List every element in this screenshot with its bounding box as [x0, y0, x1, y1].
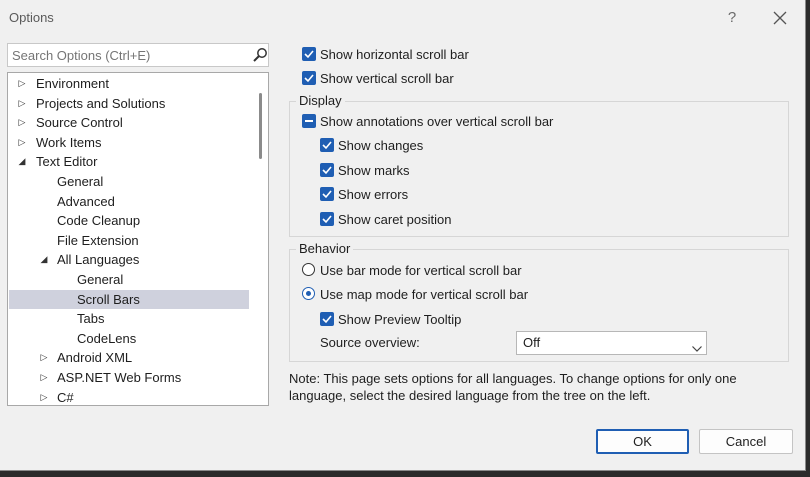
- chevron-down-icon: [692, 340, 702, 355]
- expand-arrow-icon[interactable]: ▷: [39, 348, 49, 367]
- checkbox-checked-icon[interactable]: [302, 47, 316, 61]
- window-title: Options: [9, 10, 54, 25]
- tree-item[interactable]: File Extension: [9, 231, 249, 250]
- tree-item-label: Projects and Solutions: [36, 95, 166, 111]
- tree-item-label: General: [77, 272, 124, 287]
- expand-arrow-icon[interactable]: ▷: [39, 368, 49, 387]
- search-icon[interactable]: [252, 47, 268, 63]
- tree-item[interactable]: ◢ All Languages: [9, 250, 249, 269]
- tree-item[interactable]: ▷ Android XML: [9, 348, 249, 367]
- tree-item[interactable]: ▷ Work Items: [9, 133, 249, 152]
- source-overview-value: Off: [523, 335, 541, 350]
- tree-item[interactable]: Tabs: [9, 309, 249, 328]
- checkbox-checked-icon[interactable]: [302, 71, 316, 85]
- tree-item[interactable]: General: [9, 270, 249, 289]
- checkbox-label: Show Preview Tooltip: [338, 312, 462, 327]
- collapse-arrow-icon[interactable]: ◢: [39, 250, 49, 269]
- checkbox-label: Show changes: [338, 138, 424, 153]
- checkbox-checked-icon[interactable]: [320, 163, 334, 177]
- search-input[interactable]: [8, 44, 244, 66]
- tree-item-label: All Languages: [57, 252, 140, 268]
- expand-arrow-icon[interactable]: ▷: [39, 388, 49, 405]
- tree-item-label: C#: [57, 389, 74, 405]
- tree-item[interactable]: ▷ Environment: [9, 74, 249, 93]
- expand-arrow-icon[interactable]: ▷: [17, 94, 27, 113]
- close-icon[interactable]: [770, 8, 790, 28]
- checkbox-checked-icon[interactable]: [320, 312, 334, 326]
- expand-arrow-icon[interactable]: ▷: [17, 133, 27, 152]
- display-group-title: Display: [296, 93, 345, 109]
- checkbox-checked-icon[interactable]: [320, 187, 334, 201]
- tree-item[interactable]: ▷ Source Control: [9, 113, 249, 132]
- checkbox-label: Show horizontal scroll bar: [320, 47, 469, 62]
- checkbox-indeterminate-icon[interactable]: [302, 114, 316, 128]
- radio-label: Use bar mode for vertical scroll bar: [320, 263, 522, 278]
- tree-item-label: Tabs: [77, 311, 105, 327]
- title-bar: Options ?: [0, 0, 805, 36]
- tree-item-label: Code Cleanup: [57, 213, 141, 229]
- tree-item[interactable]: General: [9, 172, 249, 191]
- tree-item-label: Work Items: [36, 134, 102, 150]
- checkbox-checked-icon[interactable]: [320, 138, 334, 152]
- tree-item[interactable]: ▷ ASP.NET Web Forms: [9, 368, 249, 387]
- checkbox-label: Show errors: [338, 187, 409, 202]
- search-box: [7, 43, 269, 67]
- tree-item-label: File Extension: [57, 232, 139, 248]
- tree-item[interactable]: CodeLens: [9, 329, 249, 348]
- tree-item[interactable]: ▷ C#: [9, 388, 249, 405]
- expand-arrow-icon[interactable]: ▷: [17, 113, 27, 132]
- ok-button[interactable]: OK: [596, 429, 689, 454]
- expand-arrow-icon[interactable]: ▷: [17, 74, 27, 93]
- tree-item-label: Source Control: [36, 115, 123, 131]
- help-button[interactable]: ?: [722, 8, 742, 28]
- tree-item-label: General: [57, 174, 104, 189]
- tree-item[interactable]: ▷ Projects and Solutions: [9, 94, 249, 113]
- source-overview-select[interactable]: Off: [516, 331, 707, 355]
- note-text: Note: This page sets options for all lan…: [289, 371, 737, 403]
- tree-item-label: Environment: [36, 76, 109, 91]
- radio-selected-icon[interactable]: [302, 287, 315, 300]
- cancel-button[interactable]: Cancel: [699, 429, 793, 454]
- options-tree[interactable]: ▷ C# ▷ ASP.NET Web Forms ▷ Android XML CodeLen…: [7, 72, 269, 406]
- source-overview-label: Source overview:: [320, 335, 420, 350]
- tree-item-label: Text Editor: [36, 154, 98, 170]
- tree-item-label: ASP.NET Web Forms: [57, 370, 182, 385]
- checkbox-label: Show caret position: [338, 212, 452, 227]
- options-dialog: Options ? ▷ C# ▷ ASP.NET Web Forms ▷ Android …: [0, 0, 806, 471]
- tree-item-label: CodeLens: [77, 330, 137, 346]
- radio-unselected-icon[interactable]: [302, 263, 315, 276]
- tree-scrollbar-thumb[interactable]: [259, 93, 262, 159]
- checkbox-label: Show vertical scroll bar: [320, 71, 454, 86]
- tree-item-label: Advanced: [57, 193, 115, 209]
- checkbox-label: Show annotations over vertical scroll ba…: [320, 114, 554, 129]
- checkbox-checked-icon[interactable]: [320, 212, 334, 226]
- radio-label: Use map mode for vertical scroll bar: [320, 287, 529, 302]
- tree-item-label: Android XML: [57, 350, 133, 366]
- tree-item[interactable]: Advanced: [9, 192, 249, 211]
- tree-item[interactable]: Scroll Bars: [9, 289, 249, 309]
- tree-item[interactable]: ◢ Text Editor: [9, 152, 249, 171]
- checkbox-label: Show marks: [338, 163, 410, 178]
- behavior-group-title: Behavior: [296, 241, 354, 257]
- tree-item[interactable]: Code Cleanup: [9, 211, 249, 230]
- tree-item-label: Scroll Bars: [77, 291, 140, 307]
- collapse-arrow-icon[interactable]: ◢: [17, 152, 27, 171]
